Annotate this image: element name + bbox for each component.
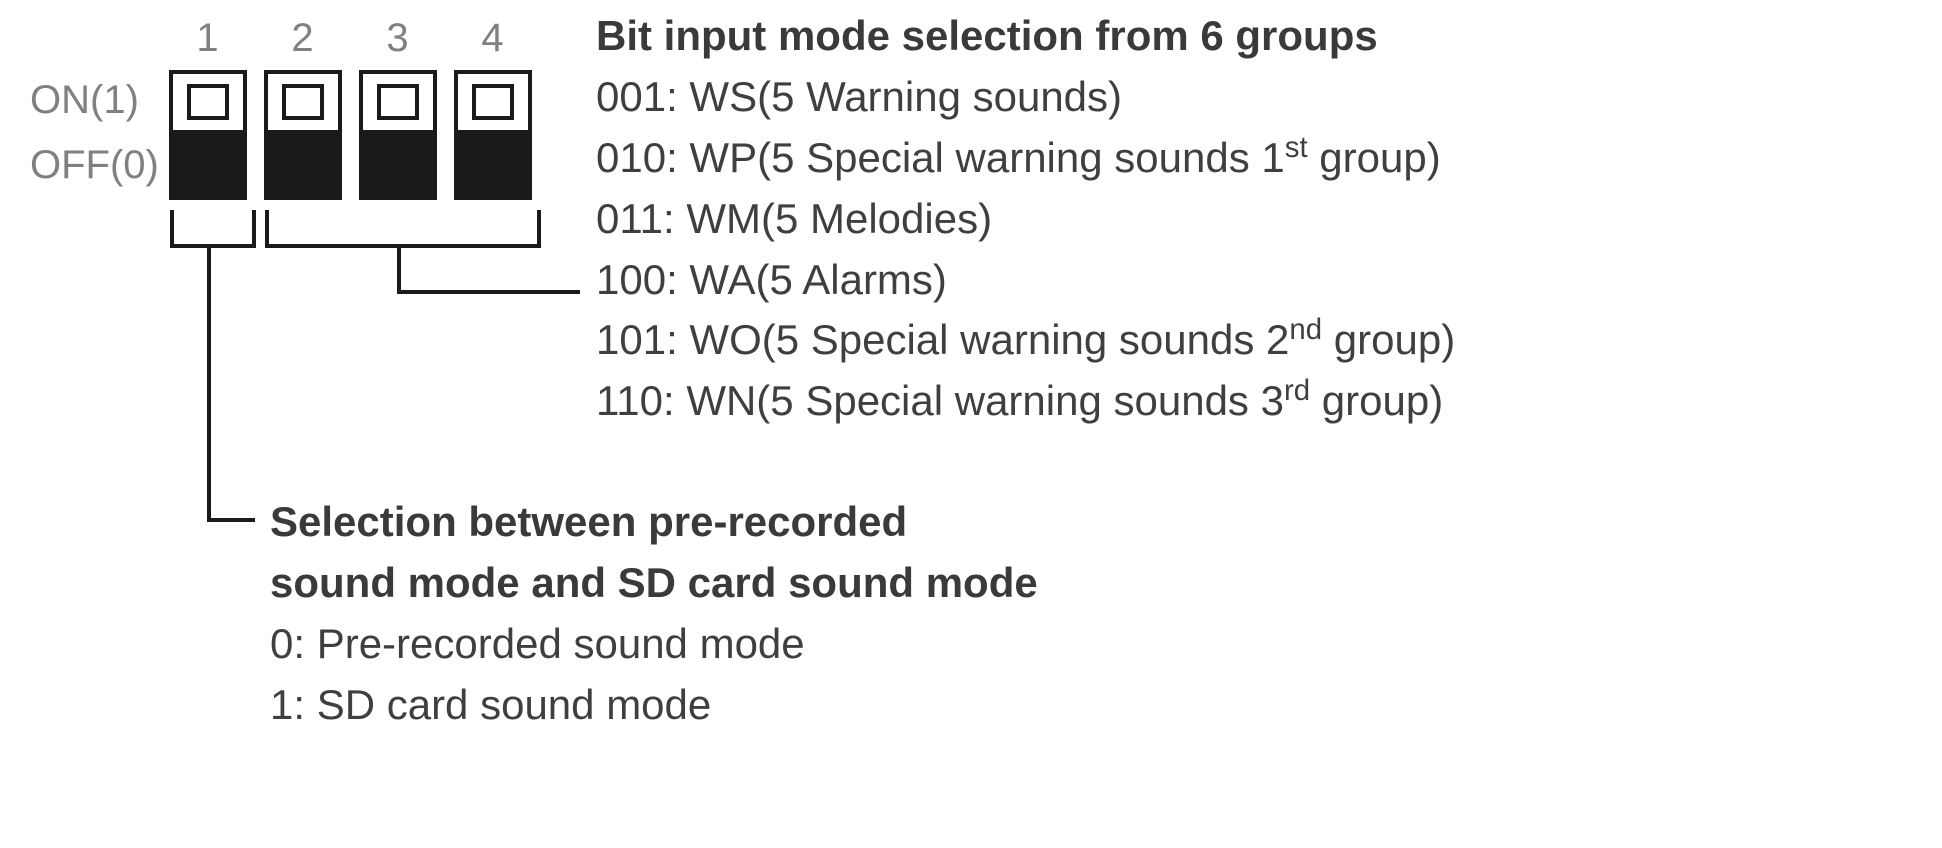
bit-mode-desc: 5 Warning sounds (771, 73, 1108, 120)
dip-switch-2-on-slot (264, 70, 342, 130)
bit-mode-item: 001: WS(5 Warning sounds) (596, 67, 1916, 128)
sound-mode-desc: SD card sound mode (317, 681, 712, 728)
dip-switch-diagram: 1 2 3 4 ON(1) OFF(0) Bit input mode sele… (0, 0, 1942, 848)
dip-switch-3-off-slot (359, 130, 437, 200)
bit-input-mode-heading: Bit input mode selection from 6 groups (596, 6, 1916, 67)
leader-line (397, 290, 580, 294)
bit-mode-code: 100 (596, 256, 666, 303)
bit-mode-item: 100: WA(5 Alarms) (596, 250, 1916, 311)
bit-mode-code: 101 (596, 316, 666, 363)
sound-mode-code: 0 (270, 620, 293, 667)
bracket-switches-2-4 (265, 210, 541, 248)
bit-mode-code: 010 (596, 134, 666, 181)
bit-mode-code: 001 (596, 73, 666, 120)
bit-mode-code: 110 (596, 377, 663, 424)
bit-mode-abbr: WO (689, 316, 761, 363)
leader-line (207, 518, 255, 522)
sound-mode-desc: Pre-recorded sound mode (317, 620, 805, 667)
sound-mode-selection-block: Selection between pre-recorded sound mod… (270, 492, 1170, 736)
sound-mode-heading-line1: Selection between pre-recorded (270, 492, 1170, 553)
sound-mode-code: 1 (270, 681, 293, 728)
dip-col-1-label: 1 (160, 16, 255, 65)
dip-switch-1-off-slot (169, 130, 247, 200)
bit-mode-abbr: WP (689, 134, 757, 181)
dip-on-label: ON(1) (30, 78, 160, 123)
bit-mode-desc: 5 Special warning sounds 1st group (771, 134, 1427, 181)
bracket-switch-1 (170, 210, 256, 248)
bit-mode-item: 011: WM(5 Melodies) (596, 189, 1916, 250)
dip-switch-block: 1 2 3 4 ON(1) OFF(0) (30, 10, 540, 200)
dip-col-4-label: 4 (445, 16, 540, 65)
bit-mode-abbr: WN (686, 377, 756, 424)
dip-switch-4-off-slot (454, 130, 532, 200)
bit-mode-abbr: WA (689, 256, 755, 303)
leader-line (207, 244, 211, 522)
leader-line (397, 244, 401, 294)
sound-mode-item: 0: Pre-recorded sound mode (270, 614, 1170, 675)
sound-mode-item: 1: SD card sound mode (270, 675, 1170, 736)
dip-switch-4-on-slot (454, 70, 532, 130)
bit-mode-item: 101: WO(5 Special warning sounds 2nd gro… (596, 310, 1916, 371)
bit-mode-abbr: WM (686, 195, 761, 242)
dip-switch-3-on-slot (359, 70, 437, 130)
dip-switch-1-on-slot (169, 70, 247, 130)
bit-mode-desc: 5 Special warning sounds 3rd group (770, 377, 1429, 424)
dip-col-2-label: 2 (255, 16, 350, 65)
bit-input-mode-block: Bit input mode selection from 6 groups 0… (596, 6, 1916, 432)
bit-mode-item: 010: WP(5 Special warning sounds 1st gro… (596, 128, 1916, 189)
bit-mode-code: 011 (596, 195, 663, 242)
bit-mode-desc: 5 Melodies (775, 195, 978, 242)
dip-off-label: OFF(0) (30, 143, 160, 188)
bit-mode-desc: 5 Alarms (770, 256, 933, 303)
dip-col-3-label: 3 (350, 16, 445, 65)
dip-switch-2-off-slot (264, 130, 342, 200)
sound-mode-heading-line2: sound mode and SD card sound mode (270, 553, 1170, 614)
bit-mode-abbr: WS (689, 73, 757, 120)
bit-mode-item: 110: WN(5 Special warning sounds 3rd gro… (596, 371, 1916, 432)
bit-mode-desc: 5 Special warning sounds 2nd group (776, 316, 1441, 363)
